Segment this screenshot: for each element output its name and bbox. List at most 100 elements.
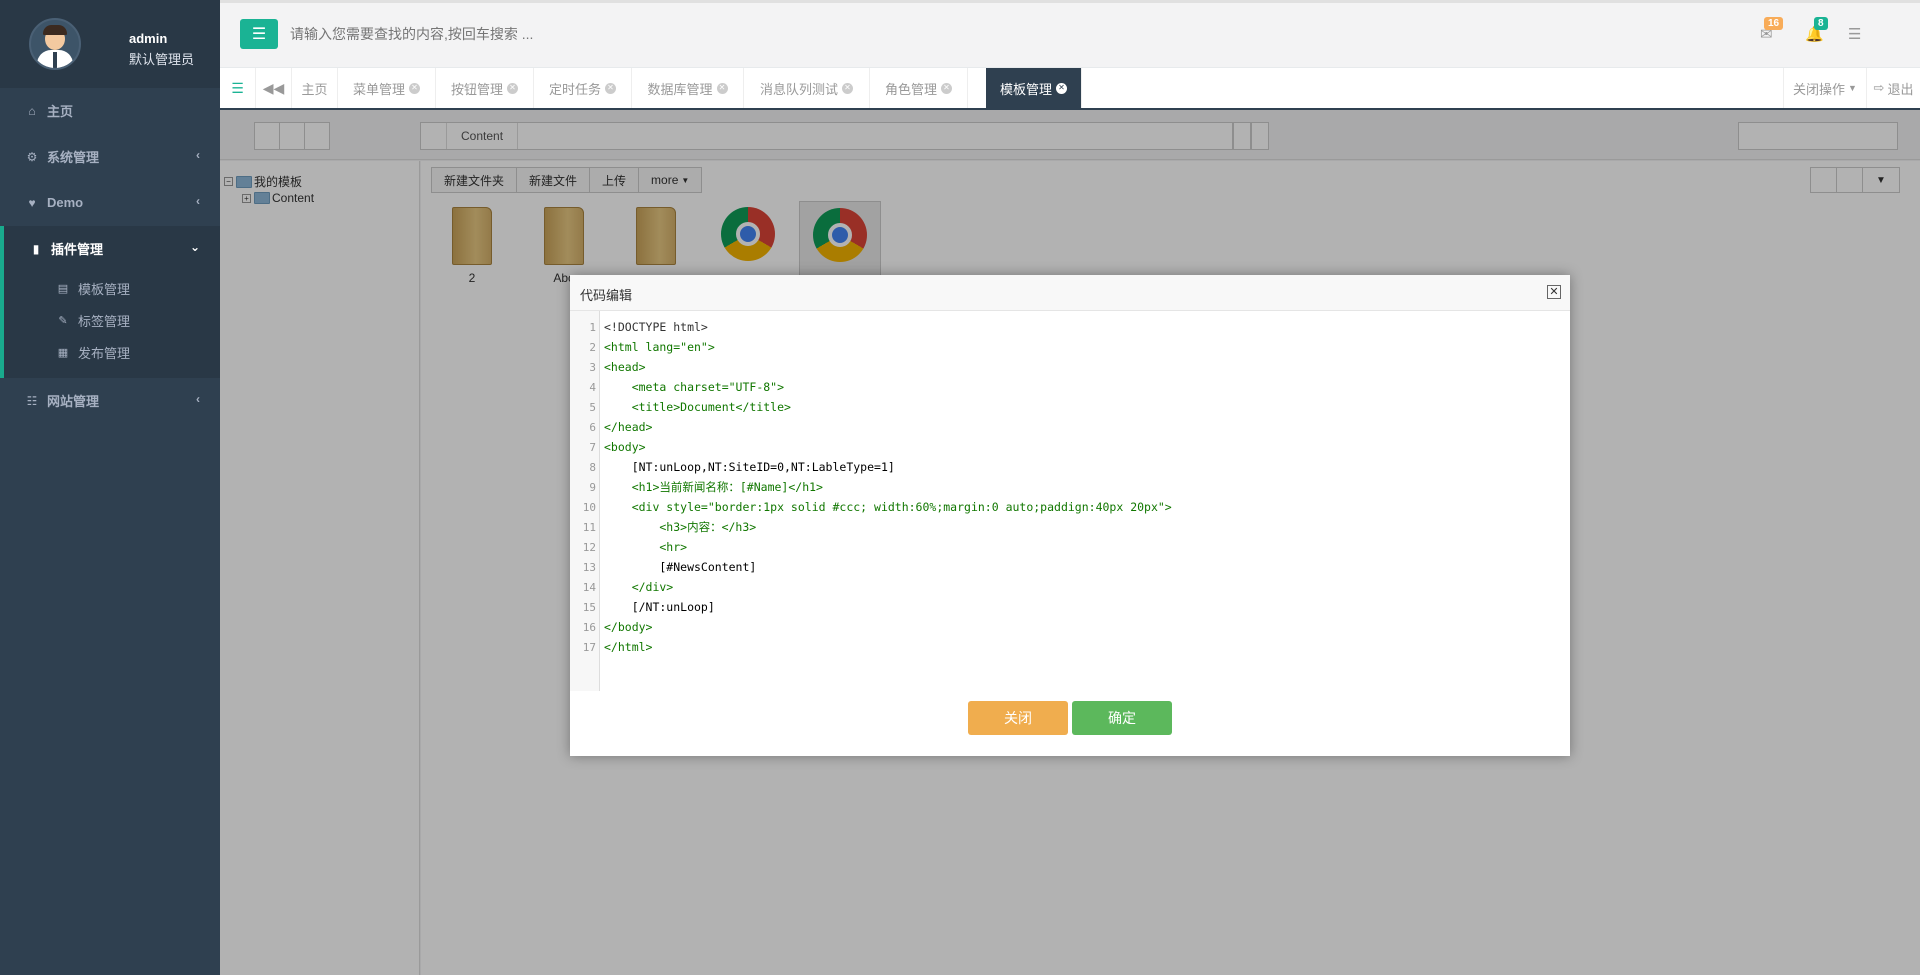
caret-down-icon: ▼ (1848, 83, 1857, 93)
tab-list-button[interactable]: ☰ (220, 68, 256, 108)
sidebar-item-label: 发布管理 (78, 345, 131, 361)
profile-panel: admin 默认管理员 (0, 0, 220, 88)
line-number: 6 (589, 420, 596, 434)
dialog-title: 代码编辑 (580, 288, 633, 303)
sidebar-item-demo[interactable]: ♥ Demo ‹ (0, 180, 220, 225)
sidebar-item-system[interactable]: ⚙ 系统管理 ‹ (0, 134, 220, 179)
code-line[interactable]: 14 </div> (570, 577, 674, 597)
tab-scroll-left-button[interactable]: ◀◀ (256, 68, 292, 108)
code-line[interactable]: 10 <div style="border:1px solid #ccc; wi… (570, 497, 1172, 517)
sidebar-item-home[interactable]: ⌂ 主页 (0, 88, 220, 133)
heart-icon: ♥ (28, 195, 36, 210)
top-header: ☰ ✉ 16 🔔 8 ☰ (220, 0, 1920, 68)
profile-name[interactable]: admin (129, 31, 167, 46)
code-line[interactable]: 4 <meta charset="UTF-8"> (570, 377, 784, 397)
code-line[interactable]: 6 </head> (570, 417, 652, 437)
tab-message-queue[interactable]: 消息队列测试 ✕ (744, 68, 870, 108)
close-tab-icon[interactable]: ✕ (507, 82, 518, 94)
code-text: <meta charset="UTF-8"> (604, 380, 785, 394)
line-number: 16 (582, 620, 596, 634)
tab-home[interactable]: 主页 (292, 68, 338, 108)
close-tab-icon[interactable]: ✕ (409, 82, 420, 94)
code-line[interactable]: 7 <body> (570, 437, 645, 457)
confirm-button[interactable]: 确定 (1072, 701, 1172, 735)
line-number: 2 (589, 340, 596, 354)
code-line[interactable]: 8 [NT:unLoop,NT:SiteID=0,NT:LableType=1] (570, 457, 895, 477)
tab-role-management[interactable]: 角色管理 ✕ (870, 68, 968, 108)
code-text: <html lang="en"> (604, 340, 715, 354)
line-number: 14 (582, 580, 596, 594)
close-tab-icon[interactable]: ✕ (842, 82, 853, 94)
tab-database-management[interactable]: 数据库管理 ✕ (632, 68, 744, 108)
code-line[interactable]: 17 </html> (570, 637, 653, 657)
sidebar-item-label: 系统管理 (47, 150, 100, 165)
line-number: 13 (582, 560, 596, 574)
avatar[interactable] (29, 18, 81, 70)
code-text: [/NT:unLoop] (604, 600, 715, 614)
hamburger-icon: ☰ (251, 26, 267, 43)
code-line[interactable]: 2 <html lang="en"> (570, 337, 715, 357)
code-line[interactable]: 15 [/NT:unLoop] (570, 597, 715, 617)
code-line[interactable]: 16 </body> (570, 617, 653, 637)
close-operations-dropdown[interactable]: 关闭操作 ▼ (1783, 68, 1866, 108)
search-input[interactable] (286, 19, 686, 49)
sidebar-item-label: 主页 (47, 104, 74, 119)
code-line[interactable]: 13 [#NewsContent] (570, 557, 757, 577)
line-number: 11 (582, 520, 596, 534)
code-text: </body> (604, 620, 653, 634)
code-line[interactable]: 1 <!DOCTYPE html> (570, 317, 707, 337)
dialog-header: 代码编辑 ✕ (570, 275, 1570, 311)
code-line[interactable]: 3 <head> (570, 357, 646, 377)
sidebar-item-label: 标签管理 (78, 313, 131, 329)
bookmark-icon: ▮ (32, 241, 40, 256)
line-number: 10 (582, 500, 596, 514)
tab-label: 消息队列测试 (759, 81, 838, 97)
code-editor[interactable]: 1 <!DOCTYPE html> 2 <html lang="en"> 3 <head>… (570, 311, 1570, 691)
tab-template-management[interactable]: 模板管理 ✕ (986, 68, 1082, 108)
chevron-left-icon: ‹ (196, 392, 200, 406)
close-tab-icon[interactable]: ✕ (1056, 82, 1067, 94)
close-tab-icon[interactable]: ✕ (716, 82, 728, 94)
sidebar-item-website[interactable]: ☷ 网站管理 ‹ (0, 378, 220, 423)
code-line[interactable]: 11 <h3>内容：</h3> (570, 517, 756, 537)
line-number: 8 (589, 460, 596, 474)
logout-button[interactable]: ⇨ 退出 (1866, 68, 1920, 108)
code-line[interactable]: 12 <hr> (570, 537, 687, 557)
code-text: [NT:unLoop,NT:SiteID=0,NT:LableType=1] (604, 460, 895, 474)
backward-icon: ◀◀ (262, 79, 285, 96)
plugins-submenu: ▤ 模板管理 ✎ 标签管理 ▦ 发布管理 (0, 265, 220, 378)
home-icon: ⌂ (28, 103, 36, 118)
sidebar-item-label: Demo (47, 195, 84, 210)
code-text: <title>Document</title> (604, 400, 791, 414)
sidebar-item-tags[interactable]: ✎ 标签管理 (4, 304, 220, 336)
tab-label: 角色管理 (884, 81, 937, 97)
cancel-button[interactable]: 关闭 (968, 701, 1068, 735)
tab-button-management[interactable]: 按钮管理 ✕ (436, 68, 534, 108)
close-tab-icon[interactable]: ✕ (941, 82, 952, 94)
close-icon[interactable]: ✕ (1547, 285, 1561, 299)
line-number: 1 (589, 320, 596, 334)
line-number: 17 (582, 640, 596, 654)
notification-count-badge: 8 (1814, 17, 1828, 30)
chevron-down-icon: ⌄ (189, 240, 200, 254)
tab-menu-management[interactable]: 菜单管理 ✕ (338, 68, 436, 108)
tab-scheduled-tasks[interactable]: 定时任务 ✕ (534, 68, 632, 108)
close-tab-icon[interactable]: ✕ (605, 82, 616, 94)
code-line[interactable]: 5 <title>Document</title> (570, 397, 791, 417)
tasks-icon[interactable]: ☰ (1848, 25, 1861, 43)
line-number: 7 (589, 440, 596, 454)
line-number: 3 (589, 360, 596, 374)
menu-toggle-button[interactable]: ☰ (240, 19, 278, 49)
code-edit-dialog: 代码编辑 ✕ 1 <!DOCTYPE html> 2 <html lang="en">… (570, 275, 1570, 756)
logout-label: 退出 (1887, 81, 1914, 97)
sitemap-icon: ☷ (26, 393, 38, 408)
code-line[interactable]: 9 <h1>当前新闻名称：[#Name]</h1> (570, 477, 823, 497)
dialog-footer: 关闭 确定 (570, 691, 1570, 756)
close-operations-label: 关闭操作 (1793, 81, 1846, 97)
code-text: </head> (604, 420, 653, 434)
sidebar-item-templates[interactable]: ▤ 模板管理 (4, 272, 220, 304)
code-text: <hr> (604, 540, 688, 554)
sidebar-item-publish[interactable]: ▦ 发布管理 (4, 336, 220, 368)
eraser-icon: ✎ (58, 314, 68, 327)
code-text: <head> (604, 360, 646, 374)
